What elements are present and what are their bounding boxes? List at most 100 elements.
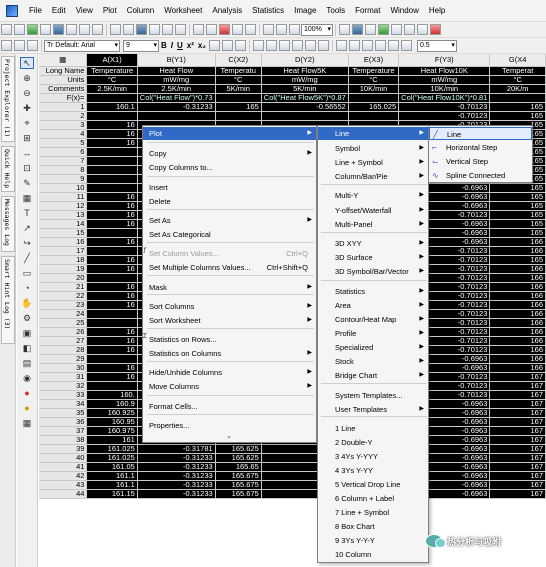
font-size-select[interactable]: 9 xyxy=(123,39,159,52)
data-cell[interactable]: 166 xyxy=(489,363,546,373)
context-menu-item[interactable]: Sort Columns ▶ xyxy=(143,300,316,313)
data-cell[interactable]: 165.675 xyxy=(215,480,262,490)
line-menu-item[interactable]: ⌐ Horizontal Step xyxy=(429,141,532,154)
region-icon[interactable]: ◔ xyxy=(20,282,34,294)
copy-format-icon[interactable] xyxy=(1,40,12,51)
row-number[interactable]: 25 xyxy=(39,318,88,328)
data-cell[interactable]: 16 xyxy=(86,345,138,355)
data-cell[interactable] xyxy=(215,111,262,121)
row-number[interactable]: 28 xyxy=(39,345,88,355)
subscript-button[interactable]: x₂ xyxy=(196,41,208,50)
fill-color-icon[interactable] xyxy=(335,40,347,51)
row-number[interactable]: 20 xyxy=(39,273,88,283)
rect-select-icon[interactable]: ⊡ xyxy=(20,162,34,174)
plot-menu-item[interactable]: Stock ▶ xyxy=(318,355,428,368)
data-cell[interactable]: 16 xyxy=(86,363,138,373)
data-cell[interactable]: 167 xyxy=(489,426,546,436)
meta-cell[interactable]: Temperature xyxy=(348,66,400,76)
context-menu-item[interactable]: Set As ▶ xyxy=(143,214,316,227)
meta-cell[interactable] xyxy=(348,93,400,103)
data-cell[interactable]: 167 xyxy=(489,435,546,445)
plot-menu-item[interactable]: Specialized ▶ xyxy=(318,341,428,354)
data-cell[interactable]: -0.31233 xyxy=(137,453,216,463)
data-cell[interactable]: 166 xyxy=(489,273,546,283)
meta-cell[interactable]: mW/mg xyxy=(137,75,216,85)
apps-icon[interactable] xyxy=(417,24,428,35)
decrease-font-icon[interactable] xyxy=(234,40,246,51)
row-number[interactable]: 15 xyxy=(39,228,88,238)
row-number[interactable]: 43 xyxy=(39,480,88,490)
save-icon[interactable] xyxy=(136,24,147,35)
rotate-text-icon[interactable] xyxy=(317,40,329,51)
data-cell[interactable]: -0.31781 xyxy=(137,444,216,454)
data-cell[interactable]: 166 xyxy=(489,309,546,319)
data-cell[interactable] xyxy=(86,174,138,184)
paste-icon[interactable] xyxy=(27,40,38,51)
data-cell[interactable]: -0.31233 xyxy=(137,471,216,481)
context-menu-item[interactable]: Insert xyxy=(143,181,316,194)
plot-menu-item[interactable]: Bridge Chart ▶ xyxy=(318,369,428,382)
meta-cell[interactable]: 2.5K/min xyxy=(137,84,216,94)
underline-button[interactable]: U xyxy=(175,41,185,50)
row-number[interactable]: 1 xyxy=(39,102,88,112)
data-cell[interactable] xyxy=(86,111,138,121)
data-cell[interactable]: 166 xyxy=(489,264,546,274)
data-cell[interactable]: 167 xyxy=(489,417,546,427)
meta-cell[interactable]: Col("Heat Flow5K")*0.87 xyxy=(261,93,349,103)
new-graph-icon[interactable] xyxy=(27,24,38,35)
data-cell[interactable]: 161 xyxy=(86,435,138,445)
plot-menu-item[interactable]: Multi-Y ▶ xyxy=(318,189,428,202)
line-menu-item[interactable]: ∿ Spline Connected xyxy=(429,169,532,182)
data-cell[interactable]: 167 xyxy=(489,462,546,472)
data-cell[interactable]: 167 xyxy=(489,471,546,481)
data-cell[interactable]: 160.925 xyxy=(86,408,138,418)
context-menu-item[interactable]: Hide/Unhide Columns ▶ xyxy=(143,366,316,379)
column-header[interactable]: C(X2) xyxy=(215,54,262,67)
data-cell[interactable]: 167 xyxy=(489,399,546,409)
new-matrix-icon[interactable] xyxy=(40,24,51,35)
line-menu-item[interactable]: ⌙ Vertical Step xyxy=(429,155,532,168)
meta-cell[interactable]: mW/mg xyxy=(398,75,491,85)
meta-cell[interactable]: °C xyxy=(489,75,546,85)
row-number[interactable]: 6 xyxy=(39,147,88,157)
meta-cell[interactable]: Col("Heat Flow10K")*0.81 xyxy=(398,93,491,103)
column-header[interactable]: D(Y2) xyxy=(261,54,349,67)
meta-cell[interactable]: 20K/m xyxy=(489,84,546,94)
data-cell[interactable]: -0.31233 xyxy=(137,480,216,490)
line-icon[interactable] xyxy=(400,40,412,51)
context-menu-item[interactable]: Delete xyxy=(143,195,316,208)
meta-cell[interactable]: 2.5K/min xyxy=(86,84,138,94)
row-number[interactable]: 4 xyxy=(39,129,88,139)
new-workbook-icon[interactable] xyxy=(14,24,25,35)
plot-menu-item[interactable]: Symbol ▶ xyxy=(318,142,428,155)
plot-menu-item[interactable]: 4 3Ys Y-YY xyxy=(318,464,428,477)
data-cell[interactable]: 167 xyxy=(489,444,546,454)
data-cell[interactable]: 16 xyxy=(86,300,138,310)
meta-cell[interactable]: °C xyxy=(348,75,400,85)
row-number[interactable]: 23 xyxy=(39,300,88,310)
data-cell[interactable]: 16 xyxy=(86,120,138,130)
increase-font-icon[interactable] xyxy=(221,40,233,51)
plot-menu-item[interactable]: 2 Double-Y xyxy=(318,436,428,449)
meta-cell[interactable]: Heat Flow5K xyxy=(261,66,349,76)
plot-menu-item[interactable]: Y-offset/Waterfall ▶ xyxy=(318,204,428,217)
plot-menu-item[interactable]: 10 Column xyxy=(318,548,428,561)
plot-menu-item[interactable]: 3D XYY ▶ xyxy=(318,237,428,250)
menu-tools[interactable]: Tools xyxy=(321,2,350,20)
text-tool-icon[interactable]: T xyxy=(20,207,34,219)
data-cell[interactable] xyxy=(348,111,400,121)
data-cell[interactable]: 16 xyxy=(86,192,138,202)
data-cell[interactable]: 166 xyxy=(489,327,546,337)
row-number[interactable]: 27 xyxy=(39,336,88,346)
line-menu-item[interactable]: ╱ Line xyxy=(429,127,532,140)
plot-menu-item[interactable]: Contour/Heat Map ▶ xyxy=(318,313,428,326)
row-number[interactable]: 38 xyxy=(39,435,88,445)
line-color-icon[interactable] xyxy=(361,40,373,51)
data-cell[interactable]: 161.025 xyxy=(86,453,138,463)
smart-hint-log-tab[interactable]: Smart Hint Log (3) xyxy=(1,256,15,344)
stamp-icon[interactable]: ● xyxy=(20,402,34,414)
data-cell[interactable]: 167 xyxy=(489,372,546,382)
expand-more-icon[interactable]: ⌄ xyxy=(225,433,233,441)
plot-menu-item[interactable]: 5 Vertical Drop Line xyxy=(318,478,428,491)
meta-cell[interactable]: 10K/min xyxy=(398,84,491,94)
